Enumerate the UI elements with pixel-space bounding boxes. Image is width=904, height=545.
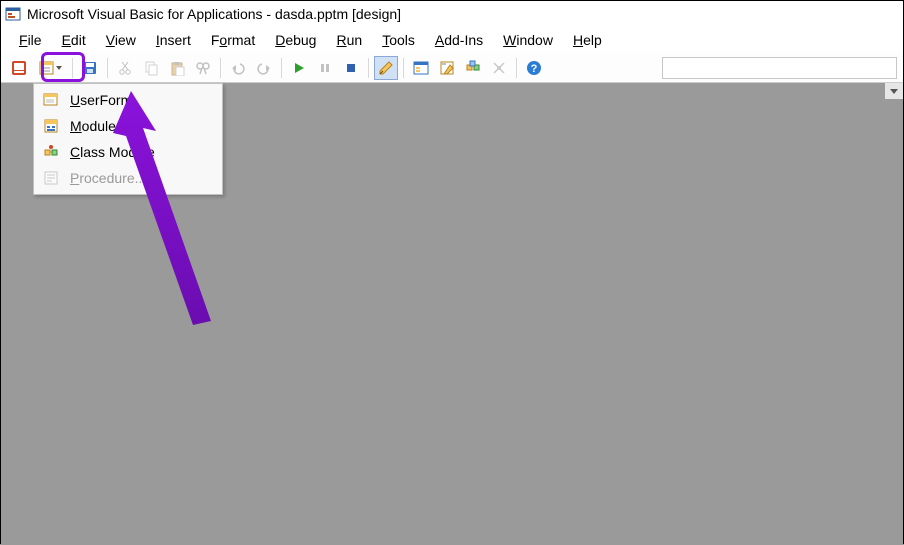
menu-run[interactable]: Run xyxy=(326,29,372,51)
toolbar-separator xyxy=(368,58,369,78)
menu-item-label: Class Module xyxy=(70,144,155,160)
toolbar: ? xyxy=(1,53,903,83)
window-title: Microsoft Visual Basic for Applications … xyxy=(27,6,401,22)
menu-insert[interactable]: Insert xyxy=(146,29,201,51)
save-button[interactable] xyxy=(78,56,102,80)
toolbox-button[interactable] xyxy=(487,56,511,80)
menu-debug[interactable]: Debug xyxy=(265,29,326,51)
project-explorer-button[interactable] xyxy=(409,56,433,80)
cut-button[interactable] xyxy=(113,56,137,80)
redo-button[interactable] xyxy=(252,56,276,80)
toolbar-separator xyxy=(107,58,108,78)
toolbar-separator xyxy=(72,58,73,78)
titlebar: Microsoft Visual Basic for Applications … xyxy=(1,1,903,27)
insert-dropdown-menu: UserForm Module Class Module Procedure..… xyxy=(33,83,223,195)
chevron-down-icon xyxy=(56,66,62,70)
toolbar-separator xyxy=(403,58,404,78)
view-host-button[interactable] xyxy=(7,56,31,80)
copy-button[interactable] xyxy=(139,56,163,80)
class-module-icon xyxy=(42,143,60,161)
menu-view[interactable]: View xyxy=(96,29,146,51)
menu-item-label: Procedure... xyxy=(70,170,146,186)
menubar: File Edit View Insert Format Debug Run T… xyxy=(1,27,903,53)
position-combo[interactable] xyxy=(662,57,897,79)
run-button[interactable] xyxy=(287,56,311,80)
toolbar-separator xyxy=(281,58,282,78)
find-button[interactable] xyxy=(191,56,215,80)
module-icon xyxy=(42,117,60,135)
app-icon xyxy=(5,6,21,22)
menu-item-label: Module xyxy=(70,118,116,134)
menu-edit[interactable]: Edit xyxy=(52,29,96,51)
menu-item-procedure: Procedure... xyxy=(34,165,222,191)
toolbar-separator xyxy=(516,58,517,78)
design-mode-button[interactable] xyxy=(374,56,398,80)
object-browser-button[interactable] xyxy=(461,56,485,80)
paste-button[interactable] xyxy=(165,56,189,80)
menu-item-class-module[interactable]: Class Module xyxy=(34,139,222,165)
reset-button[interactable] xyxy=(339,56,363,80)
help-button[interactable]: ? xyxy=(522,56,546,80)
toolbar-separator xyxy=(220,58,221,78)
menu-addins[interactable]: Add-Ins xyxy=(425,29,493,51)
menu-help[interactable]: Help xyxy=(563,29,612,51)
insert-split-button[interactable] xyxy=(33,56,67,80)
menu-format[interactable]: Format xyxy=(201,29,265,51)
svg-text:?: ? xyxy=(531,63,538,75)
break-button[interactable] xyxy=(313,56,337,80)
procedure-icon xyxy=(42,169,60,187)
scroll-arrow-button[interactable] xyxy=(885,83,903,99)
menu-item-userform[interactable]: UserForm xyxy=(34,87,222,113)
menu-item-module[interactable]: Module xyxy=(34,113,222,139)
userform-icon xyxy=(42,91,60,109)
menu-window[interactable]: Window xyxy=(493,29,563,51)
menu-item-label: UserForm xyxy=(70,92,132,108)
menu-tools[interactable]: Tools xyxy=(372,29,425,51)
properties-button[interactable] xyxy=(435,56,459,80)
menu-file[interactable]: File xyxy=(9,29,52,51)
mdi-workspace: UserForm Module Class Module Procedure..… xyxy=(1,83,903,545)
undo-button[interactable] xyxy=(226,56,250,80)
